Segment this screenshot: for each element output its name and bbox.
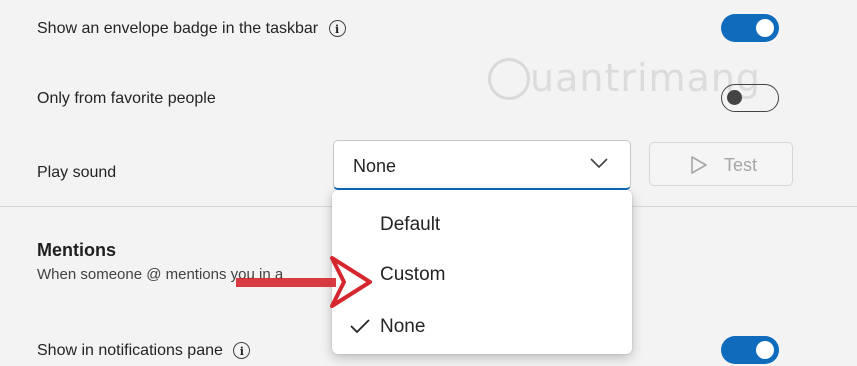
sound-dropdown[interactable]: None [333,140,631,190]
chevron-down-icon [590,158,608,169]
info-icon[interactable]: i [233,342,251,360]
menu-item-none[interactable]: None [380,316,425,338]
envelope-badge-label: Show an envelope badge in the taskbar i [37,20,346,38]
play-sound-label: Play sound [37,164,117,181]
menu-item-custom[interactable]: Custom [380,264,445,286]
mentions-title: Mentions [37,240,116,260]
arrow-annotation [236,256,372,308]
checkmark-icon [350,319,370,334]
favorites-label: Only from favorite people [37,90,216,107]
sound-dropdown-value: None [353,156,397,176]
sound-options-menu: Default Custom None [332,190,632,354]
test-button-label: Test [724,155,758,175]
envelope-badge-toggle[interactable] [721,14,779,42]
menu-item-default[interactable]: Default [380,214,440,236]
notifications-pane-label: Show in notifications pane i [37,342,251,360]
watermark-logo-icon [488,58,530,100]
favorites-toggle[interactable] [721,84,779,112]
info-icon[interactable]: i [328,20,346,38]
play-icon [691,156,707,174]
test-sound-button[interactable]: Test [649,142,793,186]
notifications-pane-toggle[interactable] [721,336,779,364]
